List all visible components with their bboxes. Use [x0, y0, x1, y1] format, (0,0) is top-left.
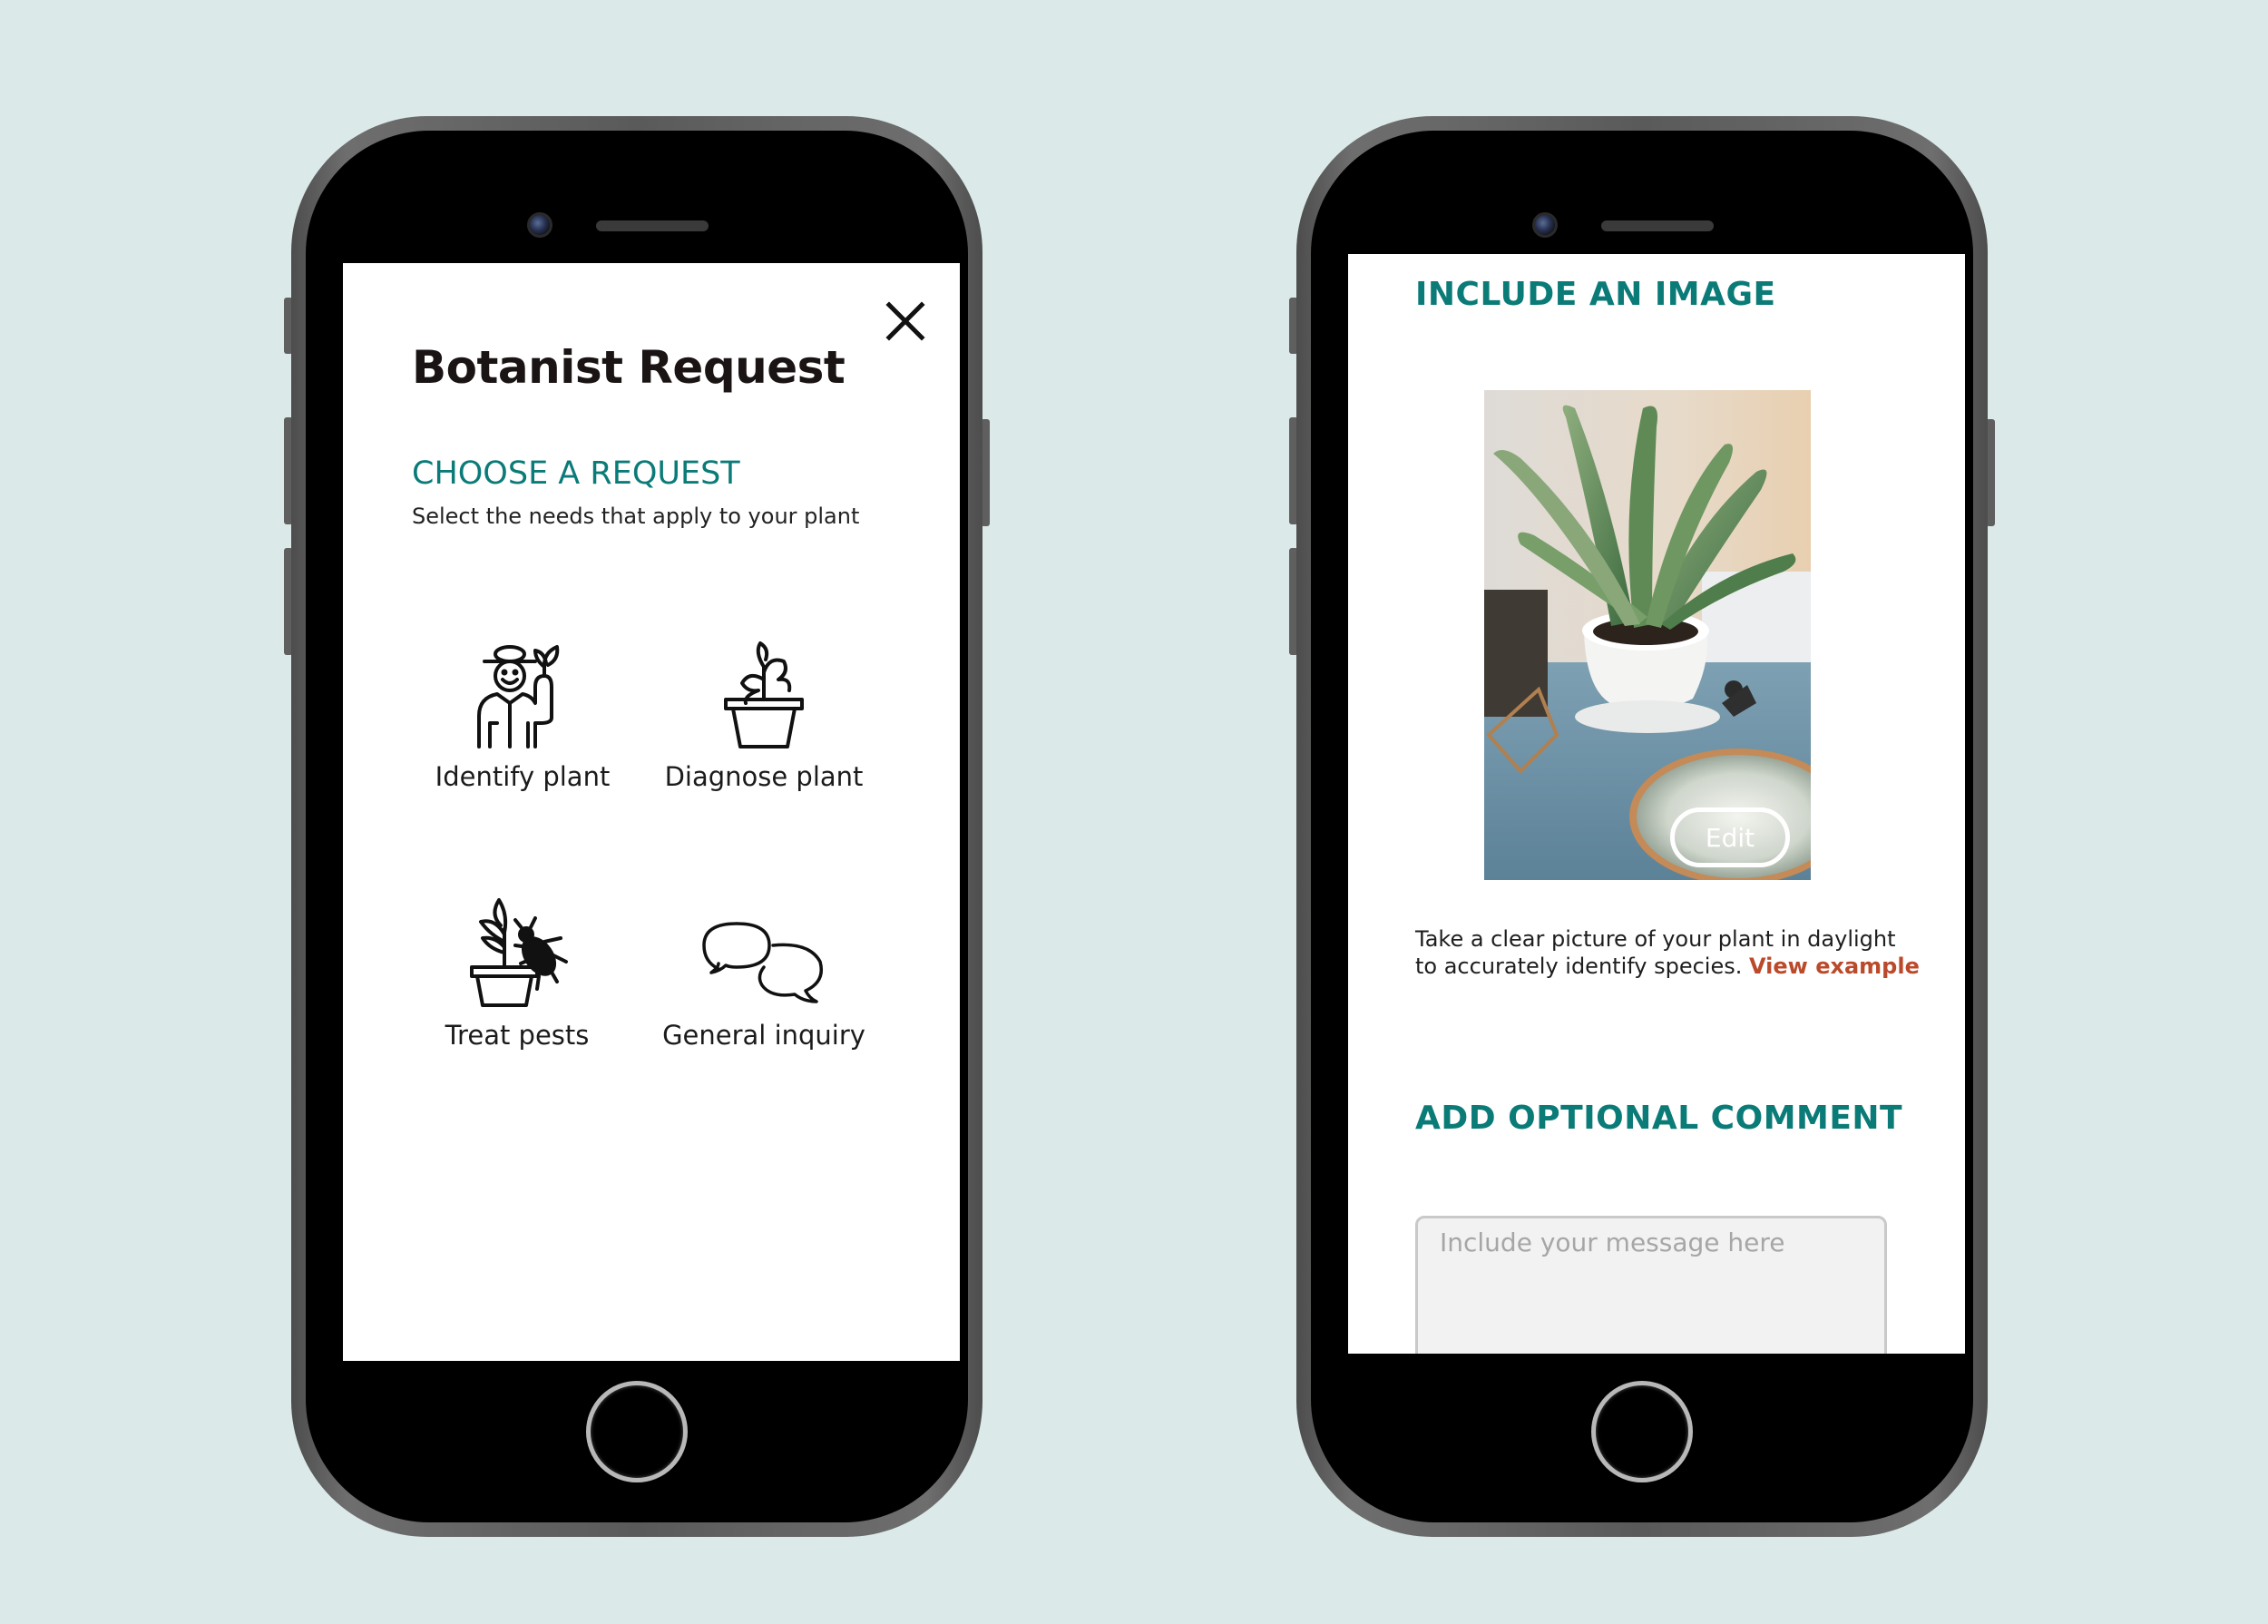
choose-request-heading: CHOOSE A REQUEST [412, 455, 740, 492]
botanist-request-screen: Botanist Request CHOOSE A REQUEST Select… [343, 263, 960, 1361]
add-comment-heading: ADD OPTIONAL COMMENT [1415, 1100, 1903, 1137]
phone-left-body: Botanist Request CHOOSE A REQUEST Select… [306, 131, 968, 1522]
phone-right-body: INCLUDE AN IMAGE Edit Take a clear pictu… [1311, 131, 1973, 1522]
gardener-icon [477, 645, 560, 748]
earpiece-speaker [1601, 220, 1714, 231]
option-identify-plant-label: Identify plant [435, 761, 611, 792]
plant-bug-icon [470, 898, 568, 1007]
view-example-link[interactable]: View example [1749, 954, 1920, 979]
close-x-icon [885, 301, 925, 341]
home-button[interactable] [586, 1381, 688, 1482]
phone-right: INCLUDE AN IMAGE Edit Take a clear pictu… [1296, 116, 1988, 1537]
option-diagnose-plant-label: Diagnose plant [664, 761, 864, 792]
option-general-inquiry[interactable]: General inquiry [655, 898, 873, 1080]
photo-caption-line1: Take a clear picture of your plant in da… [1415, 926, 1896, 952]
close-button[interactable] [885, 301, 925, 341]
option-treat-pests-label: Treat pests [445, 1020, 590, 1051]
photo-caption: Take a clear picture of your plant in da… [1415, 925, 1923, 980]
snake-plant-image [1484, 390, 1811, 880]
chat-bubbles-icon [702, 922, 823, 1003]
image-upload-screen: INCLUDE AN IMAGE Edit Take a clear pictu… [1348, 254, 1965, 1354]
plant-photo: Edit [1484, 390, 1811, 880]
page-title: Botanist Request [412, 341, 846, 394]
option-diagnose-plant[interactable]: Diagnose plant [655, 640, 873, 821]
include-image-heading: INCLUDE AN IMAGE [1415, 276, 1776, 313]
photo-caption-line2: to accurately identify species. [1415, 954, 1743, 979]
comment-input[interactable] [1415, 1216, 1887, 1354]
front-camera-icon [1532, 212, 1558, 238]
option-identify-plant[interactable]: Identify plant [414, 640, 631, 821]
edit-image-button[interactable]: Edit [1670, 807, 1790, 867]
choose-request-subtitle: Select the needs that apply to your plan… [412, 504, 860, 529]
front-camera-icon [527, 212, 552, 238]
option-treat-pests[interactable]: Treat pests [408, 898, 626, 1080]
home-button[interactable] [1591, 1381, 1693, 1482]
earpiece-speaker [596, 220, 709, 231]
wilting-plant-icon [724, 641, 804, 748]
option-general-inquiry-label: General inquiry [662, 1020, 865, 1051]
phone-left: Botanist Request CHOOSE A REQUEST Select… [291, 116, 982, 1537]
